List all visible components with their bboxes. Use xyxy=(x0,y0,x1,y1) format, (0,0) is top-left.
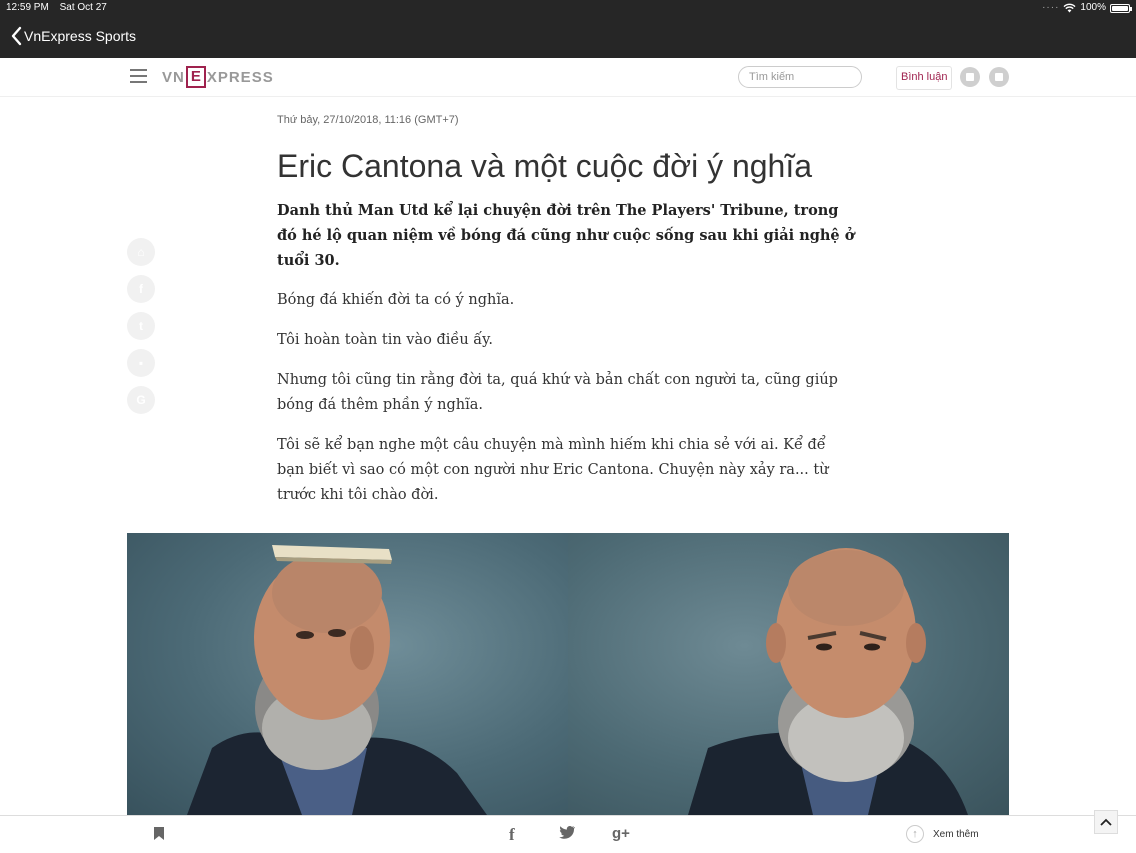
battery-icon xyxy=(1110,3,1132,13)
article: Thứ bảy, 27/10/2018, 11:16 (GMT+7) Eric … xyxy=(277,108,855,508)
see-more-button[interactable]: ↑ Xem thêm xyxy=(906,825,979,843)
article-paragraph: Tôi hoàn toàn tin vào điều ấy. xyxy=(277,332,494,348)
portrait-frontal xyxy=(688,548,968,815)
bottom-toolbar: f g+ ↑ Xem thêm xyxy=(0,815,1136,853)
facebook-icon[interactable]: f xyxy=(127,275,155,303)
article-paragraph: Tôi sẽ kể bạn nghe một câu chuyện mà mìn… xyxy=(277,437,829,503)
article-photo xyxy=(127,533,1009,815)
twitter-icon[interactable] xyxy=(558,825,576,845)
bookmark-icon[interactable] xyxy=(989,67,1009,87)
google-plus-icon[interactable]: G xyxy=(127,386,155,414)
back-label: VnExpress Sports xyxy=(24,28,137,44)
scroll-to-top-button[interactable] xyxy=(1094,810,1118,834)
see-more-label: Xem thêm xyxy=(933,828,979,840)
logo-text-left: VN xyxy=(162,68,185,86)
logo-text-right: XPRESS xyxy=(206,68,274,86)
twitter-icon[interactable]: t xyxy=(127,312,155,340)
app-bar: VnExpress Sports xyxy=(0,16,1136,58)
multitask-dots-icon: ···· xyxy=(1042,2,1060,13)
chevron-up-icon xyxy=(1100,818,1112,826)
search-input[interactable] xyxy=(738,66,862,88)
facebook-icon[interactable]: f xyxy=(509,825,515,845)
comment-icon[interactable]: ▪ xyxy=(127,349,155,377)
site-header: VN E XPRESS Bình luận xyxy=(0,58,1136,97)
wifi-icon xyxy=(1063,3,1076,13)
article-title: Eric Cantona và một cuộc đời ý nghĩa xyxy=(277,148,813,184)
article-paragraph: Nhưng tôi cũng tin rằng đời ta, quá khứ … xyxy=(277,372,838,413)
status-left: 12:59 PM Sat Oct 27 xyxy=(6,0,107,16)
chat-icon[interactable] xyxy=(960,67,980,87)
bookmark-icon[interactable] xyxy=(153,826,165,846)
back-button[interactable]: VnExpress Sports xyxy=(10,26,136,46)
site-logo[interactable]: VN E XPRESS xyxy=(162,65,274,89)
comment-button[interactable]: Bình luận xyxy=(896,66,953,90)
status-bar: 12:59 PM Sat Oct 27 ···· 100% xyxy=(0,0,1136,16)
portrait-looking-up xyxy=(187,545,487,815)
menu-icon[interactable] xyxy=(130,69,147,83)
google-plus-icon[interactable]: g+ xyxy=(612,825,630,842)
article-lead: Danh thủ Man Utd kể lại chuyện đời trên … xyxy=(277,202,855,269)
chevron-left-icon xyxy=(11,26,22,46)
home-icon[interactable]: ⌂ xyxy=(127,238,155,266)
status-time: 12:59 PM xyxy=(6,2,49,13)
arrow-up-icon: ↑ xyxy=(906,825,924,843)
battery-percent: 100% xyxy=(1080,2,1106,13)
status-date: Sat Oct 27 xyxy=(59,2,107,13)
status-right: ···· 100% xyxy=(1042,0,1132,16)
logo-mark: E xyxy=(185,66,206,88)
article-paragraph: Bóng đá khiến đời ta có ý nghĩa. xyxy=(277,292,515,308)
share-sidebar: ⌂ f t ▪ G xyxy=(127,238,155,423)
photo-left-panel xyxy=(127,533,568,815)
article-date: Thứ bảy, 27/10/2018, 11:16 (GMT+7) xyxy=(277,114,459,126)
photo-right-panel xyxy=(568,533,1009,815)
